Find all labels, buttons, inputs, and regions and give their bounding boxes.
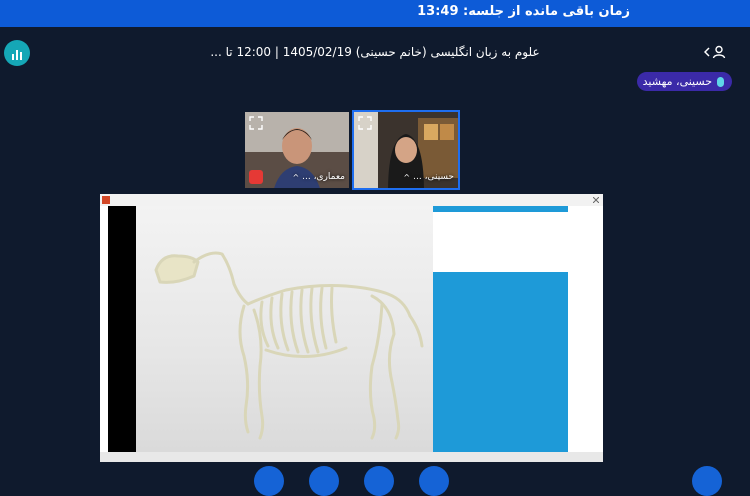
participants-button[interactable] (704, 43, 730, 61)
participant-name: حسینی، ... (413, 172, 454, 182)
control-button[interactable] (419, 466, 449, 496)
presentation-titlebar (100, 194, 603, 206)
active-speaker-badge: حسینی، مهشید (636, 72, 732, 91)
presentation-statusbar (100, 452, 603, 462)
screen-share[interactable] (100, 194, 603, 462)
slide-text-box (433, 212, 568, 272)
slide-side-panel (433, 206, 568, 452)
control-button[interactable] (254, 466, 284, 496)
remaining-time: زمان باقی مانده از جلسه: 13:49 (417, 4, 630, 19)
close-icon (593, 197, 599, 203)
speaker-name: حسینی، مهشید (642, 75, 712, 88)
powerpoint-icon (102, 196, 110, 204)
expand-icon[interactable] (358, 116, 372, 130)
horse-skeleton-illustration (154, 251, 424, 440)
session-title: علوم به زبان انگلیسی (خانم حسینی) 1405/0… (210, 45, 540, 59)
stats-button[interactable] (4, 40, 30, 66)
participant-name: معماری، ... (302, 172, 345, 182)
chevron-left-icon (704, 47, 710, 57)
stats-icon (12, 54, 14, 60)
slide-image-horse-skeleton (136, 206, 434, 452)
participant-label: حسینی، ... ^ (374, 170, 454, 184)
image-credit (138, 375, 143, 376)
user-icon (712, 45, 726, 59)
expand-icon[interactable] (249, 116, 263, 130)
control-button[interactable] (309, 466, 339, 496)
mic-icon (717, 76, 724, 87)
control-button[interactable] (364, 466, 394, 496)
bottom-controls (0, 466, 750, 496)
control-button[interactable] (692, 466, 722, 496)
slide (108, 206, 568, 452)
participant-video-tile[interactable]: معماری، ... ^ (243, 110, 351, 190)
chevron-up-icon[interactable]: ^ (403, 173, 410, 182)
participant-label: معماری، ... ^ (249, 170, 345, 184)
participant-video-tile-active[interactable]: حسینی، ... ^ (352, 110, 460, 190)
presentation-window (100, 194, 603, 462)
top-bar: زمان باقی مانده از جلسه: 13:49 (0, 0, 750, 27)
chevron-up-icon[interactable]: ^ (292, 173, 299, 182)
